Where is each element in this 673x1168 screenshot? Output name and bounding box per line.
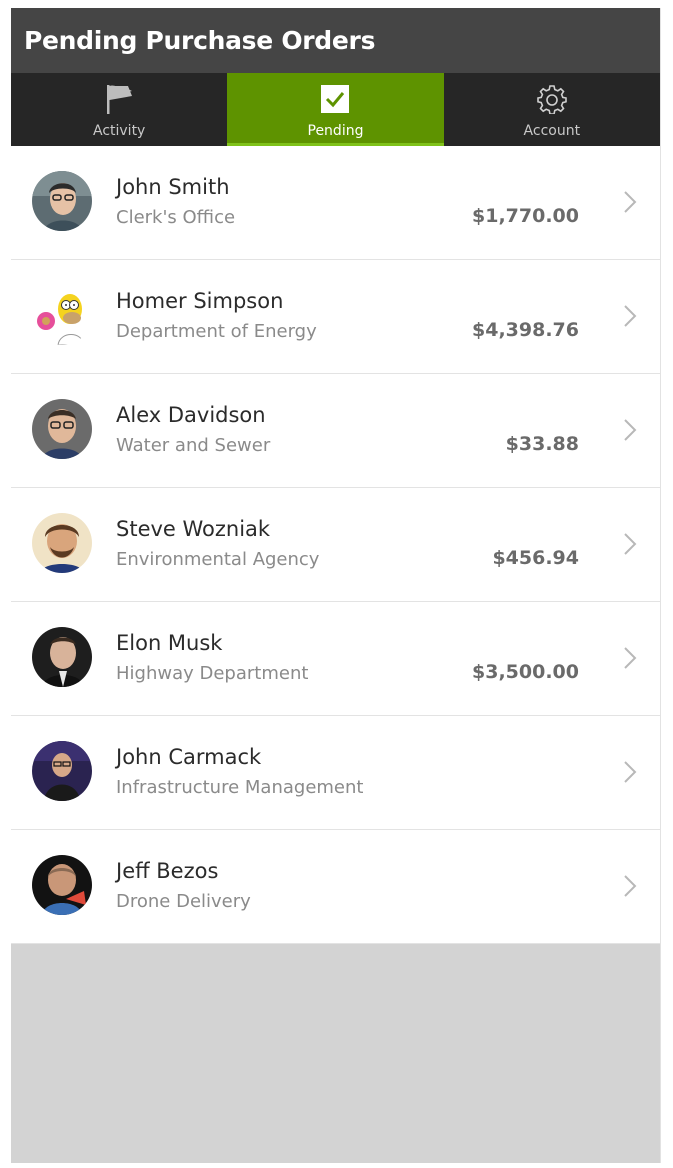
order-name: Alex Davidson xyxy=(116,403,266,427)
order-name: Elon Musk xyxy=(116,631,223,655)
avatar xyxy=(32,399,92,459)
order-name: John Carmack xyxy=(116,745,262,769)
page-title: Pending Purchase Orders xyxy=(24,26,376,55)
order-department: Water and Sewer xyxy=(116,435,271,456)
list-item[interactable]: Homer Simpson Department of Energy $4,39… xyxy=(11,260,660,374)
chevron-right-icon xyxy=(624,305,637,327)
order-amount: $4,398.76 xyxy=(472,319,579,341)
chevron-right-icon xyxy=(624,419,637,441)
list-item[interactable]: Jeff Bezos Drone Delivery xyxy=(11,830,660,944)
tab-bar: Activity Pending Account xyxy=(11,73,660,146)
flag-icon xyxy=(104,83,134,115)
order-name: Steve Wozniak xyxy=(116,517,271,541)
order-amount: $1,770.00 xyxy=(472,205,579,227)
list-item[interactable]: Alex Davidson Water and Sewer $33.88 xyxy=(11,374,660,488)
avatar xyxy=(32,285,92,345)
order-department: Highway Department xyxy=(116,663,309,684)
tab-pending[interactable]: Pending xyxy=(227,73,444,146)
list-item[interactable]: John Carmack Infrastructure Management xyxy=(11,716,660,830)
app-titlebar: Pending Purchase Orders xyxy=(11,8,660,73)
chevron-right-icon xyxy=(624,761,637,783)
chevron-right-icon xyxy=(624,647,637,669)
avatar xyxy=(32,171,92,231)
avatar xyxy=(32,855,92,915)
app-frame: Pending Purchase Orders Activity Pending xyxy=(11,8,661,1163)
order-amount: $33.88 xyxy=(505,433,579,455)
tab-activity-label: Activity xyxy=(92,123,146,139)
gear-icon xyxy=(537,83,567,115)
tab-pending-label: Pending xyxy=(307,123,364,139)
order-name: John Smith xyxy=(116,175,230,199)
tab-activity[interactable]: Activity xyxy=(11,73,227,146)
chevron-right-icon xyxy=(624,533,637,555)
list-item[interactable]: Steve Wozniak Environmental Agency $456.… xyxy=(11,488,660,602)
avatar xyxy=(32,627,92,687)
chevron-right-icon xyxy=(624,875,637,897)
tab-account[interactable]: Account xyxy=(444,73,660,146)
chevron-right-icon xyxy=(624,191,637,213)
order-department: Clerk's Office xyxy=(116,207,236,228)
order-list: John Smith Clerk's Office $1,770.00 Home… xyxy=(11,146,660,944)
order-department: Environmental Agency xyxy=(116,549,320,570)
order-department: Department of Energy xyxy=(116,321,317,342)
order-name: Jeff Bezos xyxy=(116,859,219,883)
avatar xyxy=(32,741,92,801)
list-item[interactable]: Elon Musk Highway Department $3,500.00 xyxy=(11,602,660,716)
order-amount: $3,500.00 xyxy=(472,661,579,683)
list-item[interactable]: John Smith Clerk's Office $1,770.00 xyxy=(11,146,660,260)
order-department: Infrastructure Management xyxy=(116,777,364,798)
order-department: Drone Delivery xyxy=(116,891,251,912)
checkbox-icon xyxy=(320,83,350,115)
tab-account-label: Account xyxy=(523,123,581,139)
avatar xyxy=(32,513,92,573)
order-name: Homer Simpson xyxy=(116,289,284,313)
order-amount: $456.94 xyxy=(492,547,579,569)
